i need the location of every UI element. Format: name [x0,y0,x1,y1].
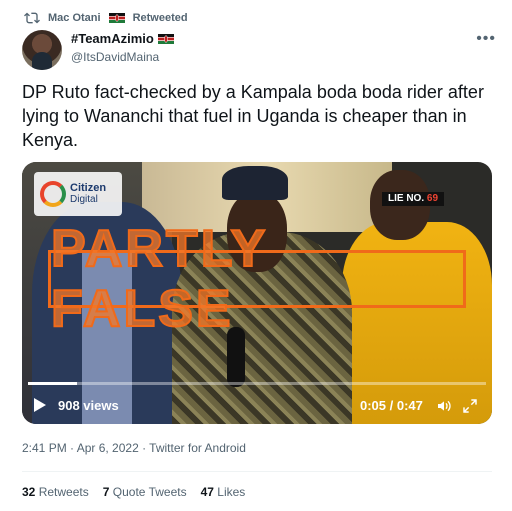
fact-check-label: PARTLY FALSE [50,219,268,339]
author-display-name[interactable]: #TeamAzimio [71,31,174,46]
tweet-timestamp[interactable]: 2:41 PM · Apr 6, 2022 · Twitter for Andr… [22,441,246,455]
volume-icon[interactable] [436,398,452,414]
video-time: 0:05 / 0:47 [360,398,423,413]
video-controls: 908 views 0:05 / 0:47 [22,388,492,424]
citizen-logo-icon [40,181,66,207]
logo-line2: Digital [70,194,98,205]
kenya-flag-icon [157,33,174,44]
fullscreen-icon[interactable] [462,398,478,414]
play-icon[interactable] [34,398,46,412]
video-player[interactable]: Citizen Digital LIE NO. 69 PARTLY FALSE … [22,162,492,424]
retweets-label: Retweets [38,485,89,499]
quote-tweets-stat[interactable]: 7 Quote Tweets [103,485,187,499]
lie-counter-badge: LIE NO. 69 [382,192,445,206]
retweet-icon [24,12,40,24]
tweet-stats: 32 Retweets 7 Quote Tweets 47 Likes [22,485,245,499]
retweeter-name[interactable]: Mac Otani [48,12,101,24]
quote-tweets-label: Quote Tweets [112,485,187,499]
author-handle[interactable]: @ItsDavidMaina [71,50,159,64]
quote-tweets-count: 7 [102,485,110,499]
video-progress-bar[interactable] [28,382,486,385]
fact-check-stamp: PARTLY FALSE [48,219,466,339]
tweet-text: DP Ruto fact-checked by a Kampala boda b… [22,82,484,150]
author-name-text[interactable]: #TeamAzimio [71,31,154,46]
citizen-digital-logo: Citizen Digital [34,172,122,216]
view-count: 908 views [58,398,119,413]
more-options-icon[interactable]: ••• [476,30,496,48]
likes-stat[interactable]: 47 Likes [201,485,246,499]
lie-badge-label: LIE NO. [388,193,427,204]
likes-count: 47 [200,485,214,499]
likes-label: Likes [217,485,246,499]
retweets-stat[interactable]: 32 Retweets [22,485,89,499]
retweet-label: Retweeted [132,12,188,24]
avatar[interactable] [22,30,62,70]
retweets-count: 32 [22,485,36,499]
lie-badge-number: 69 [426,193,439,204]
video-progress-fill [28,382,77,385]
divider [22,471,492,472]
kenya-flag-icon [108,13,125,23]
logo-line1: Citizen [70,182,107,194]
retweet-context: Mac Otani Retweeted [24,9,188,27]
